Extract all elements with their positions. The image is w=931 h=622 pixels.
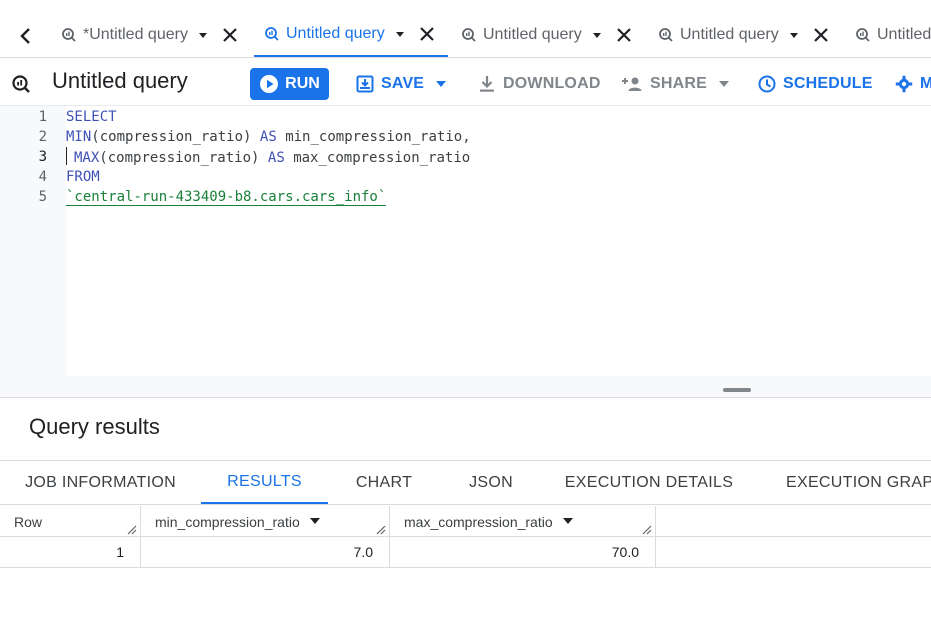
sql-args: (compression_ratio) [91, 129, 252, 145]
query-icon [12, 75, 30, 93]
query-title: Untitled query [52, 68, 188, 93]
results-table-header: Row min_compression_ratio max_compressio… [0, 506, 931, 537]
sql-alias: max_compression_ratio [293, 150, 471, 166]
query-icon [62, 28, 76, 42]
query-icon [265, 26, 279, 41]
sql-keyword: AS [267, 150, 285, 166]
cell-row-number: 1 [0, 537, 141, 567]
query-icon [856, 28, 870, 42]
caret-down-icon[interactable] [198, 30, 208, 40]
column-header-min-compression-ratio[interactable]: min_compression_ratio [141, 506, 390, 537]
cell-max-compression-ratio: 70.0 [390, 537, 656, 567]
text-cursor [66, 147, 67, 165]
caret-down-icon[interactable] [436, 80, 447, 88]
share-label: SHARE [650, 75, 708, 92]
tab-untitled-query-4[interactable]: Untitled query [648, 12, 829, 57]
query-icon [462, 28, 476, 42]
chevron-left-icon[interactable] [12, 22, 40, 50]
schedule-button[interactable]: SCHEDULE [758, 68, 873, 100]
close-icon[interactable] [222, 27, 238, 43]
caret-down-icon[interactable] [789, 30, 799, 40]
tab-chart[interactable]: CHART [328, 461, 440, 504]
column-header-label: min_compression_ratio [155, 513, 300, 530]
results-title: Query results [29, 414, 160, 439]
gear-icon [895, 75, 913, 93]
cell-min-compression-ratio: 7.0 [141, 537, 390, 567]
drag-handle[interactable] [723, 388, 751, 392]
column-header-label: max_compression_ratio [404, 513, 553, 530]
line-number-gutter: 1 2 3 4 5 [0, 106, 66, 378]
tab-label: Untitled query [286, 24, 385, 42]
more-settings-button[interactable]: M [895, 68, 931, 100]
download-label: DOWNLOAD [503, 75, 601, 92]
column-header-max-compression-ratio[interactable]: max_compression_ratio [390, 506, 656, 537]
query-toolbar: Untitled query RUN SAVE DOWNLOAD SHARE S… [0, 58, 931, 106]
caret-down-icon[interactable] [592, 30, 602, 40]
sql-keyword: SELECT [66, 109, 117, 125]
tab-json[interactable]: JSON [440, 461, 542, 504]
close-icon[interactable] [419, 26, 435, 42]
line-number: 1 [38, 109, 47, 125]
sql-keyword: AS [259, 129, 277, 145]
share-button[interactable]: SHARE [621, 68, 736, 100]
play-circle-icon [260, 75, 279, 93]
tab-execution-details[interactable]: EXECUTION DETAILS [542, 461, 756, 504]
code-line-3: MAX(compression_ratio) AS max_compressio… [66, 147, 470, 168]
run-label: RUN [285, 75, 320, 92]
line-number: 5 [38, 189, 47, 205]
sql-keyword: FROM [66, 169, 100, 185]
line-number: 3 [38, 149, 47, 165]
tab-execution-graph[interactable]: EXECUTION GRAPH [756, 461, 931, 504]
sql-function: MIN [66, 129, 92, 145]
caret-down-icon[interactable] [719, 80, 730, 88]
table-row: 1 7.0 70.0 [0, 537, 931, 568]
editor-resize-bar [0, 378, 931, 398]
column-resize-icon[interactable] [642, 525, 652, 535]
caret-down-icon[interactable] [562, 518, 573, 525]
tab-untitled-query-1[interactable]: *Untitled query [51, 12, 238, 57]
query-tab-bar: *Untitled query Untitled query Untitled … [0, 0, 931, 58]
download-button[interactable]: DOWNLOAD [478, 68, 601, 100]
run-button[interactable]: RUN [250, 68, 329, 100]
sql-args: (compression_ratio) [99, 150, 260, 166]
save-button[interactable]: SAVE [356, 68, 453, 100]
column-resize-icon[interactable] [376, 525, 386, 535]
tab-label: *Untitled query [83, 26, 188, 43]
more-label: M [920, 75, 931, 92]
tab-untitled-query-5[interactable]: Untitled [845, 12, 931, 57]
column-header-row[interactable]: Row [0, 506, 141, 537]
tab-untitled-query-2[interactable]: Untitled query [254, 12, 448, 57]
schedule-label: SCHEDULE [783, 75, 873, 92]
close-icon[interactable] [616, 27, 632, 43]
line-number: 2 [38, 129, 47, 145]
tab-label: Untitled query [680, 26, 779, 43]
tab-label: Untitled query [483, 26, 582, 43]
close-icon[interactable] [813, 27, 829, 43]
tab-job-information[interactable]: JOB INFORMATION [0, 461, 201, 504]
query-icon [659, 28, 673, 42]
sql-table-reference[interactable]: `central-run-433409-b8.cars.cars_info` [66, 189, 387, 206]
sql-editor[interactable]: 1 2 3 4 5 SELECT MIN(compression_ratio) … [0, 106, 931, 378]
code-line-1: SELECT [66, 107, 117, 127]
code-line-4: FROM [66, 167, 100, 187]
person-add-icon [622, 77, 642, 91]
code-line-5: `central-run-433409-b8.cars.cars_info` [66, 187, 387, 207]
clock-icon [758, 75, 776, 93]
column-header-label: Row [14, 513, 43, 530]
line-number: 4 [38, 169, 47, 185]
tab-untitled-query-3[interactable]: Untitled query [451, 12, 632, 57]
column-resize-icon[interactable] [127, 525, 137, 535]
code-line-2: MIN(compression_ratio) AS min_compressio… [66, 127, 471, 147]
results-tab-bar: JOB INFORMATION RESULTS CHART JSON EXECU… [0, 460, 931, 505]
download-icon [480, 76, 494, 92]
tab-label: Untitled [877, 26, 931, 43]
caret-down-icon[interactable] [309, 518, 320, 525]
caret-down-icon[interactable] [395, 29, 405, 39]
save-label: SAVE [381, 75, 425, 92]
sql-alias: min_compression_ratio, [285, 129, 471, 145]
save-icon [356, 75, 374, 93]
sql-function: MAX [74, 150, 100, 166]
tab-results[interactable]: RESULTS [201, 461, 328, 504]
